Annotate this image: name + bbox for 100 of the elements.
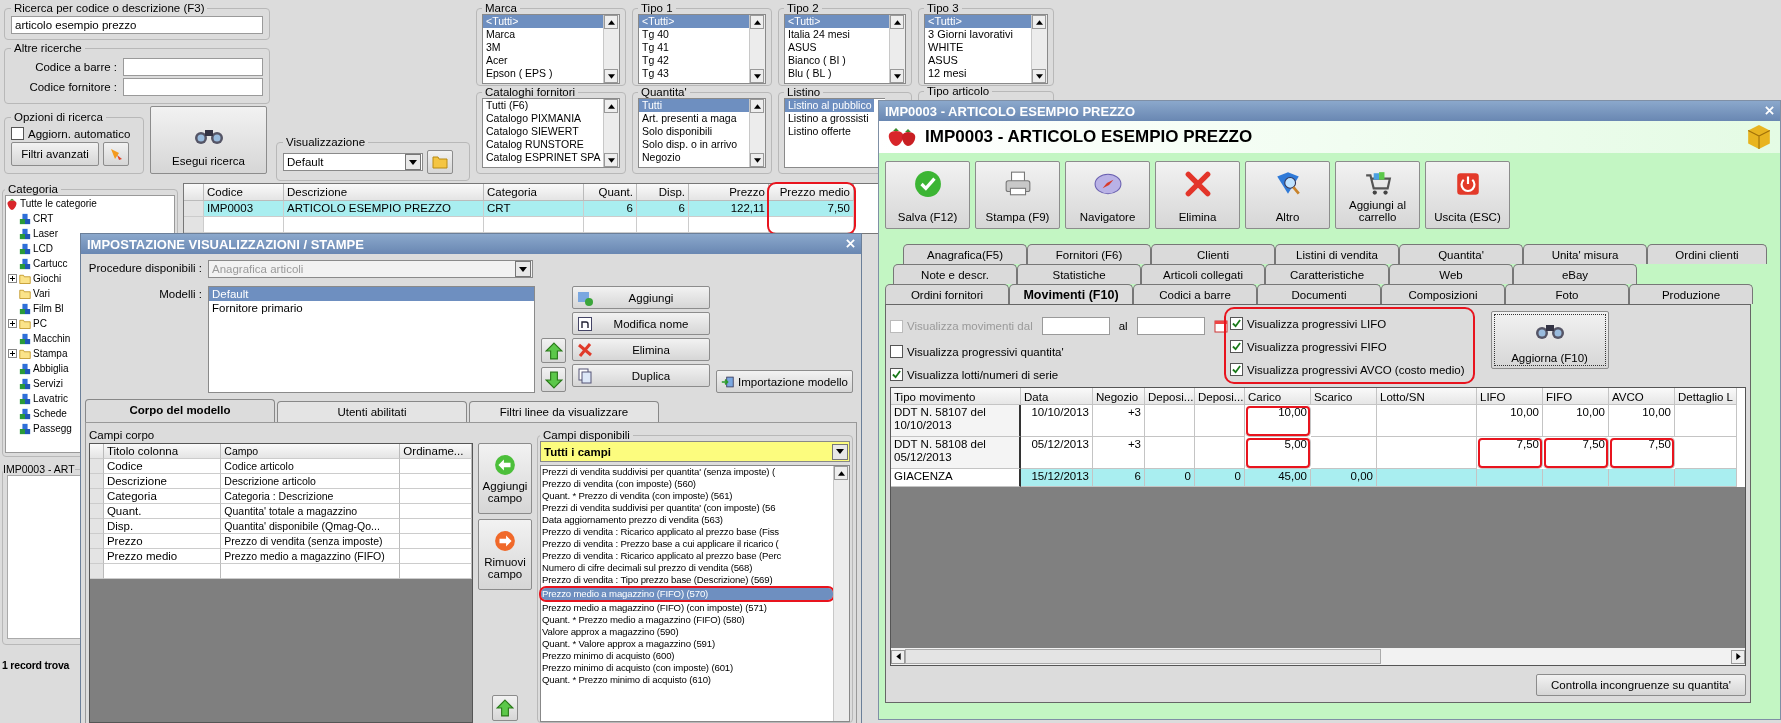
advanced-filters-button[interactable]: Filtri avanzati — [11, 142, 99, 166]
tab[interactable]: Unita' misura — [1523, 244, 1647, 264]
calendar-button[interactable] — [1213, 319, 1228, 333]
list-item[interactable]: Prezzo medio a magazzino (FIFO) (con imposte) (571) — [541, 602, 833, 614]
list-item[interactable]: Data aggiornamento prezzo di vendita (563) — [541, 514, 833, 526]
tab[interactable]: Note e descr. — [893, 264, 1017, 284]
tree-item[interactable]: CRT — [33, 213, 54, 224]
list-item[interactable]: Quant. * Prezzo minimo di acquisto (610) — [541, 674, 833, 686]
column-header[interactable]: Ordiname... — [400, 444, 472, 459]
column-header[interactable]: LIFO — [1477, 388, 1543, 405]
list-item[interactable]: Prezzo di vendita : Ricarico applicato al prezzo base (Perc — [541, 550, 833, 562]
list-item[interactable]: Tg 40 — [639, 28, 749, 41]
list-item[interactable]: Prezzo di vendita : Tipo prezzo base (Descrizione) (569) — [541, 574, 833, 586]
list-item[interactable]: ASUS — [785, 41, 889, 54]
tree-item[interactable]: Tutte le categorie — [20, 198, 97, 209]
tree-item[interactable]: Passegg — [33, 423, 72, 434]
list-item[interactable]: 3M — [483, 41, 603, 54]
tree-item[interactable]: Servizi — [33, 378, 63, 389]
list-item[interactable]: Tutti (F6) — [483, 99, 603, 112]
list-item[interactable]: Acer — [483, 54, 603, 67]
tab[interactable]: Documenti — [1257, 284, 1381, 304]
column-header[interactable]: Campo — [221, 444, 401, 459]
tree-item[interactable]: Lavatric — [33, 393, 68, 404]
tab[interactable]: Clienti — [1151, 244, 1275, 264]
list-item[interactable]: Negozio — [639, 151, 749, 164]
scrollbar[interactable] — [891, 648, 1745, 665]
tab[interactable]: eBay — [1513, 264, 1637, 284]
close-button[interactable] — [846, 237, 855, 251]
list-item[interactable]: Quant. * Prezzo medio a magazzino (FIFO) (580) — [541, 614, 833, 626]
column-header[interactable]: Scarico — [1311, 388, 1377, 405]
list-item[interactable]: Catalogo SIEWERT — [483, 125, 603, 138]
column-header[interactable]: Lotto/SN — [1377, 388, 1477, 405]
input-field[interactable] — [123, 78, 263, 96]
tab[interactable]: Quantita' — [1399, 244, 1523, 264]
column-header[interactable]: Negozio — [1093, 388, 1145, 405]
column-header[interactable]: FIFO — [1543, 388, 1609, 405]
move-down-button[interactable] — [541, 367, 566, 392]
tree-item[interactable]: PC — [33, 318, 47, 329]
list-item[interactable]: Tg 42 — [639, 54, 749, 67]
list-item[interactable]: Prezzo minimo di acquisto (con imposte) (601) — [541, 662, 833, 674]
toolbar-button[interactable]: Salva (F12) — [885, 161, 970, 229]
tab[interactable]: Listini di vendita — [1275, 244, 1399, 264]
list-item[interactable]: Fornitore primario — [209, 301, 534, 315]
tab[interactable]: Ordini clienti — [1647, 244, 1767, 264]
tree-item[interactable]: Schede — [33, 408, 67, 419]
scrollbar[interactable] — [833, 466, 849, 721]
remove-field-button[interactable]: Rimuovi campo — [478, 519, 532, 590]
tab[interactable]: Composizioni — [1381, 284, 1505, 304]
view-dropdown[interactable]: Default — [283, 153, 423, 171]
checkbox[interactable] — [11, 127, 24, 140]
column-header[interactable]: Carico — [1245, 388, 1311, 405]
tree-item[interactable]: LCD — [33, 243, 53, 254]
toolbar-button[interactable]: Elimina — [1155, 161, 1240, 229]
import-model-button[interactable]: Importazione modello — [716, 370, 853, 393]
list-item[interactable]: Catalogo PIXMANIA — [483, 112, 603, 125]
list-item[interactable]: Marca — [483, 28, 603, 41]
folder-button[interactable] — [427, 150, 453, 174]
tab[interactable]: Produzione — [1629, 284, 1753, 304]
expand-toggle[interactable] — [8, 319, 17, 328]
date-field[interactable] — [1041, 317, 1110, 335]
move-up-button[interactable] — [492, 695, 518, 721]
tab[interactable]: Movimenti (F10) — [1009, 284, 1133, 304]
list-item[interactable]: ASUS — [925, 54, 1031, 67]
tree-item[interactable]: Vari — [33, 288, 51, 299]
list-item[interactable]: Prezzi di vendita suddivisi per quantita' (senza imposte) ( — [541, 466, 833, 478]
list-item[interactable]: Solo disponibili — [639, 125, 749, 138]
column-header[interactable]: Data — [1021, 388, 1093, 405]
checkbox[interactable] — [1230, 340, 1243, 353]
column-header[interactable]: Prezzo medio — [769, 184, 854, 201]
expand-toggle[interactable] — [8, 349, 17, 358]
column-header[interactable]: Titolo colonna — [103, 444, 222, 459]
toolbar-button[interactable]: Aggiungi al carrello — [1335, 161, 1420, 229]
column-header[interactable]: Quant. — [584, 184, 637, 201]
list-item[interactable]: Art. presenti a maga — [639, 112, 749, 125]
check-quantities-button[interactable]: Controlla incongruenze su quantita' — [1536, 674, 1746, 696]
tab[interactable]: Utenti abilitati — [277, 401, 467, 422]
tab[interactable]: Corpo del modello — [85, 399, 275, 422]
add-field-button[interactable]: Aggiungi campo — [478, 443, 532, 514]
list-item[interactable]: Italia 24 mesi — [785, 28, 889, 41]
toolbar-button[interactable]: Navigatore — [1065, 161, 1150, 229]
column-header[interactable]: Categoria — [484, 184, 584, 201]
column-header[interactable]: Descrizione — [284, 184, 484, 201]
list-item[interactable]: 12 mesi — [925, 67, 1031, 80]
column-header[interactable]: Deposi... — [1145, 388, 1195, 405]
model-button[interactable]: Duplica — [572, 364, 710, 387]
input-field[interactable] — [123, 58, 263, 76]
scrollbar[interactable] — [603, 99, 619, 167]
column-header[interactable]: Tipo movimento — [891, 388, 1021, 405]
list-item[interactable]: Epson ( EPS ) — [483, 67, 603, 80]
refresh-button[interactable]: Aggiorna (F10) — [1490, 311, 1609, 369]
tab[interactable]: Fornitori (F6) — [1027, 244, 1151, 264]
column-header[interactable]: Disp. — [637, 184, 689, 201]
date-field[interactable] — [1136, 317, 1205, 335]
tree-item[interactable]: Laser — [33, 228, 58, 239]
list-item[interactable]: Blu ( BL ) — [785, 67, 889, 80]
tree-item[interactable]: Abbiglia — [33, 363, 69, 374]
list-item[interactable]: Tg 43 — [639, 67, 749, 80]
column-header[interactable]: Dettaglio L — [1675, 388, 1737, 405]
list-item[interactable]: Bianco ( BI ) — [785, 54, 889, 67]
tab[interactable]: Ordini fornitori — [885, 284, 1009, 304]
